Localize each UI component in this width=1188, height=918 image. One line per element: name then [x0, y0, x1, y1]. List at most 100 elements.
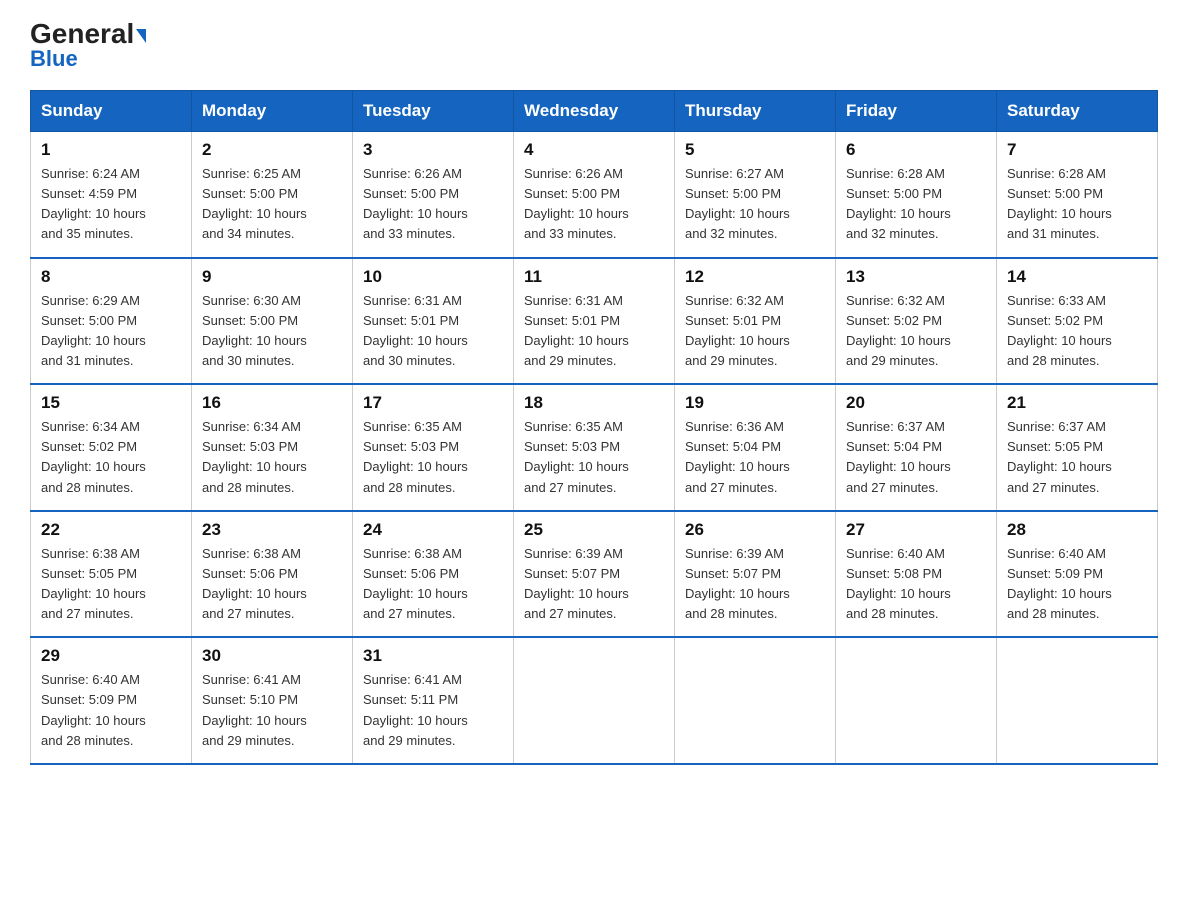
day-cell-21: 21 Sunrise: 6:37 AMSunset: 5:05 PMDaylig… — [997, 384, 1158, 511]
day-info: Sunrise: 6:25 AMSunset: 5:00 PMDaylight:… — [202, 164, 342, 245]
empty-cell — [514, 637, 675, 764]
week-row-5: 29 Sunrise: 6:40 AMSunset: 5:09 PMDaylig… — [31, 637, 1158, 764]
day-info: Sunrise: 6:26 AMSunset: 5:00 PMDaylight:… — [363, 164, 503, 245]
day-number: 30 — [202, 646, 342, 666]
day-info: Sunrise: 6:40 AMSunset: 5:09 PMDaylight:… — [41, 670, 181, 751]
day-info: Sunrise: 6:33 AMSunset: 5:02 PMDaylight:… — [1007, 291, 1147, 372]
empty-cell — [675, 637, 836, 764]
logo-text: General — [30, 20, 146, 48]
day-info: Sunrise: 6:35 AMSunset: 5:03 PMDaylight:… — [363, 417, 503, 498]
day-number: 3 — [363, 140, 503, 160]
day-number: 31 — [363, 646, 503, 666]
day-info: Sunrise: 6:31 AMSunset: 5:01 PMDaylight:… — [524, 291, 664, 372]
day-cell-23: 23 Sunrise: 6:38 AMSunset: 5:06 PMDaylig… — [192, 511, 353, 638]
day-cell-6: 6 Sunrise: 6:28 AMSunset: 5:00 PMDayligh… — [836, 132, 997, 258]
day-info: Sunrise: 6:26 AMSunset: 5:00 PMDaylight:… — [524, 164, 664, 245]
day-number: 23 — [202, 520, 342, 540]
week-row-1: 1 Sunrise: 6:24 AMSunset: 4:59 PMDayligh… — [31, 132, 1158, 258]
day-cell-15: 15 Sunrise: 6:34 AMSunset: 5:02 PMDaylig… — [31, 384, 192, 511]
day-number: 14 — [1007, 267, 1147, 287]
day-number: 27 — [846, 520, 986, 540]
day-cell-26: 26 Sunrise: 6:39 AMSunset: 5:07 PMDaylig… — [675, 511, 836, 638]
day-info: Sunrise: 6:36 AMSunset: 5:04 PMDaylight:… — [685, 417, 825, 498]
day-info: Sunrise: 6:37 AMSunset: 5:04 PMDaylight:… — [846, 417, 986, 498]
day-info: Sunrise: 6:41 AMSunset: 5:10 PMDaylight:… — [202, 670, 342, 751]
day-info: Sunrise: 6:28 AMSunset: 5:00 PMDaylight:… — [846, 164, 986, 245]
week-row-3: 15 Sunrise: 6:34 AMSunset: 5:02 PMDaylig… — [31, 384, 1158, 511]
day-number: 4 — [524, 140, 664, 160]
day-number: 11 — [524, 267, 664, 287]
day-header-wednesday: Wednesday — [514, 91, 675, 132]
day-number: 29 — [41, 646, 181, 666]
day-number: 13 — [846, 267, 986, 287]
day-number: 28 — [1007, 520, 1147, 540]
day-cell-17: 17 Sunrise: 6:35 AMSunset: 5:03 PMDaylig… — [353, 384, 514, 511]
day-info: Sunrise: 6:28 AMSunset: 5:00 PMDaylight:… — [1007, 164, 1147, 245]
day-cell-4: 4 Sunrise: 6:26 AMSunset: 5:00 PMDayligh… — [514, 132, 675, 258]
day-info: Sunrise: 6:37 AMSunset: 5:05 PMDaylight:… — [1007, 417, 1147, 498]
day-info: Sunrise: 6:27 AMSunset: 5:00 PMDaylight:… — [685, 164, 825, 245]
day-cell-29: 29 Sunrise: 6:40 AMSunset: 5:09 PMDaylig… — [31, 637, 192, 764]
day-cell-24: 24 Sunrise: 6:38 AMSunset: 5:06 PMDaylig… — [353, 511, 514, 638]
day-header-tuesday: Tuesday — [353, 91, 514, 132]
day-info: Sunrise: 6:39 AMSunset: 5:07 PMDaylight:… — [685, 544, 825, 625]
empty-cell — [997, 637, 1158, 764]
day-cell-9: 9 Sunrise: 6:30 AMSunset: 5:00 PMDayligh… — [192, 258, 353, 385]
day-cell-2: 2 Sunrise: 6:25 AMSunset: 5:00 PMDayligh… — [192, 132, 353, 258]
day-number: 17 — [363, 393, 503, 413]
day-cell-20: 20 Sunrise: 6:37 AMSunset: 5:04 PMDaylig… — [836, 384, 997, 511]
header-row: SundayMondayTuesdayWednesdayThursdayFrid… — [31, 91, 1158, 132]
day-cell-10: 10 Sunrise: 6:31 AMSunset: 5:01 PMDaylig… — [353, 258, 514, 385]
day-header-thursday: Thursday — [675, 91, 836, 132]
day-cell-22: 22 Sunrise: 6:38 AMSunset: 5:05 PMDaylig… — [31, 511, 192, 638]
day-number: 7 — [1007, 140, 1147, 160]
day-cell-11: 11 Sunrise: 6:31 AMSunset: 5:01 PMDaylig… — [514, 258, 675, 385]
day-number: 8 — [41, 267, 181, 287]
day-number: 5 — [685, 140, 825, 160]
logo-triangle-icon — [136, 29, 146, 43]
day-number: 25 — [524, 520, 664, 540]
day-header-sunday: Sunday — [31, 91, 192, 132]
day-info: Sunrise: 6:34 AMSunset: 5:02 PMDaylight:… — [41, 417, 181, 498]
logo: General Blue — [30, 20, 146, 72]
day-header-monday: Monday — [192, 91, 353, 132]
day-number: 10 — [363, 267, 503, 287]
day-number: 16 — [202, 393, 342, 413]
week-row-2: 8 Sunrise: 6:29 AMSunset: 5:00 PMDayligh… — [31, 258, 1158, 385]
day-info: Sunrise: 6:38 AMSunset: 5:06 PMDaylight:… — [202, 544, 342, 625]
day-info: Sunrise: 6:40 AMSunset: 5:09 PMDaylight:… — [1007, 544, 1147, 625]
day-info: Sunrise: 6:39 AMSunset: 5:07 PMDaylight:… — [524, 544, 664, 625]
day-info: Sunrise: 6:35 AMSunset: 5:03 PMDaylight:… — [524, 417, 664, 498]
day-number: 22 — [41, 520, 181, 540]
day-number: 20 — [846, 393, 986, 413]
calendar-table: SundayMondayTuesdayWednesdayThursdayFrid… — [30, 90, 1158, 765]
day-number: 18 — [524, 393, 664, 413]
day-number: 21 — [1007, 393, 1147, 413]
day-cell-18: 18 Sunrise: 6:35 AMSunset: 5:03 PMDaylig… — [514, 384, 675, 511]
day-header-friday: Friday — [836, 91, 997, 132]
day-cell-3: 3 Sunrise: 6:26 AMSunset: 5:00 PMDayligh… — [353, 132, 514, 258]
day-cell-14: 14 Sunrise: 6:33 AMSunset: 5:02 PMDaylig… — [997, 258, 1158, 385]
day-number: 26 — [685, 520, 825, 540]
day-cell-13: 13 Sunrise: 6:32 AMSunset: 5:02 PMDaylig… — [836, 258, 997, 385]
day-info: Sunrise: 6:41 AMSunset: 5:11 PMDaylight:… — [363, 670, 503, 751]
day-cell-28: 28 Sunrise: 6:40 AMSunset: 5:09 PMDaylig… — [997, 511, 1158, 638]
day-info: Sunrise: 6:32 AMSunset: 5:02 PMDaylight:… — [846, 291, 986, 372]
day-number: 19 — [685, 393, 825, 413]
logo-blue-text: Blue — [30, 46, 78, 72]
day-cell-25: 25 Sunrise: 6:39 AMSunset: 5:07 PMDaylig… — [514, 511, 675, 638]
day-info: Sunrise: 6:34 AMSunset: 5:03 PMDaylight:… — [202, 417, 342, 498]
day-cell-31: 31 Sunrise: 6:41 AMSunset: 5:11 PMDaylig… — [353, 637, 514, 764]
day-cell-5: 5 Sunrise: 6:27 AMSunset: 5:00 PMDayligh… — [675, 132, 836, 258]
day-number: 9 — [202, 267, 342, 287]
week-row-4: 22 Sunrise: 6:38 AMSunset: 5:05 PMDaylig… — [31, 511, 1158, 638]
day-number: 24 — [363, 520, 503, 540]
day-cell-12: 12 Sunrise: 6:32 AMSunset: 5:01 PMDaylig… — [675, 258, 836, 385]
day-info: Sunrise: 6:29 AMSunset: 5:00 PMDaylight:… — [41, 291, 181, 372]
day-info: Sunrise: 6:32 AMSunset: 5:01 PMDaylight:… — [685, 291, 825, 372]
day-info: Sunrise: 6:31 AMSunset: 5:01 PMDaylight:… — [363, 291, 503, 372]
day-number: 15 — [41, 393, 181, 413]
day-number: 2 — [202, 140, 342, 160]
day-number: 12 — [685, 267, 825, 287]
day-cell-8: 8 Sunrise: 6:29 AMSunset: 5:00 PMDayligh… — [31, 258, 192, 385]
